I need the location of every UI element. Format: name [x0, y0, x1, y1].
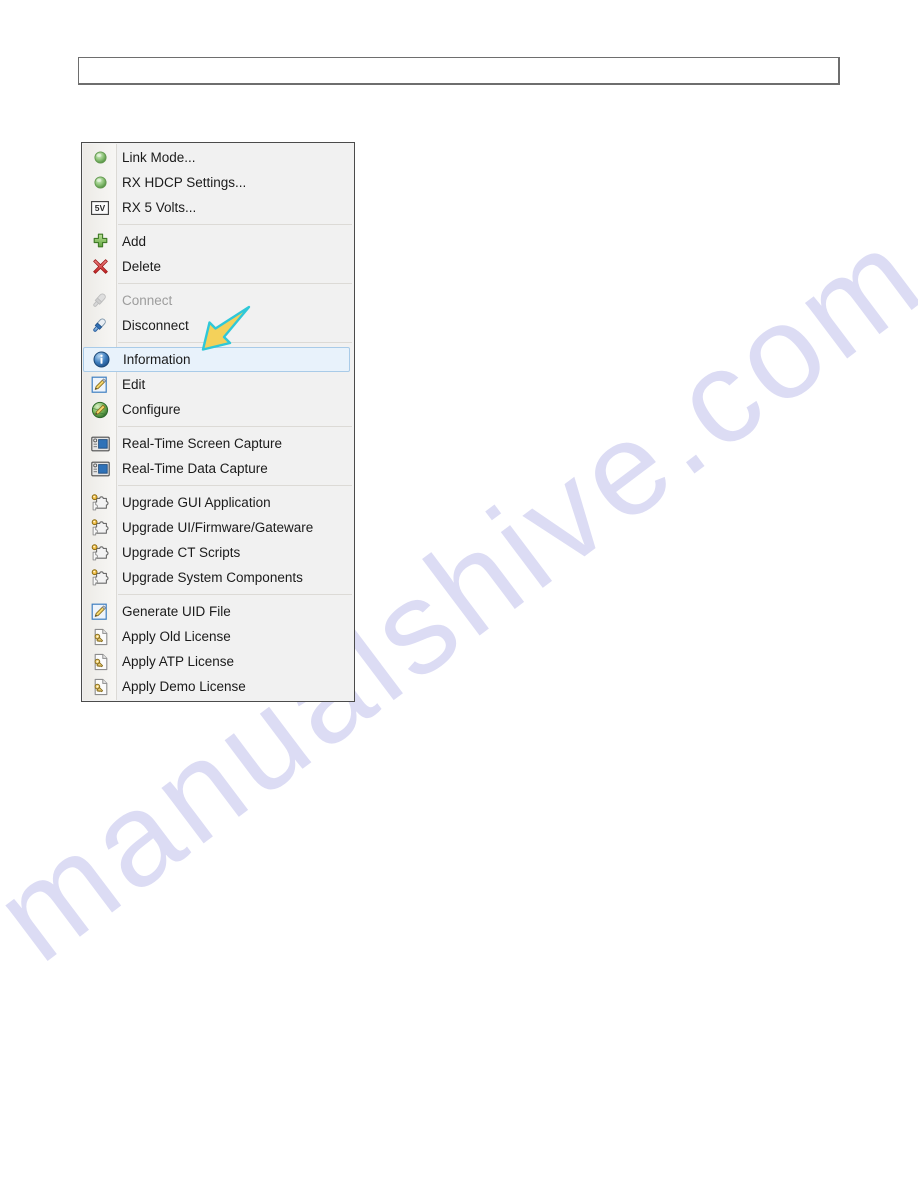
- plug-blue-icon: [84, 313, 116, 338]
- menu-item-upgrade-ui-firmware-gateware[interactable]: Upgrade UI/Firmware/Gateware: [82, 515, 354, 540]
- edit-pencil-icon: [84, 599, 116, 624]
- green-sphere-icon: [84, 170, 116, 195]
- menu-item-label: Real-Time Screen Capture: [122, 435, 283, 451]
- menu-item-information[interactable]: Information: [83, 347, 350, 372]
- puzzle-piece-icon: [84, 490, 116, 515]
- puzzle-piece-icon: [84, 565, 116, 590]
- key-document-icon: [84, 624, 116, 649]
- menu-item-real-time-data-capture[interactable]: Real-Time Data Capture: [82, 456, 354, 481]
- menu-item-connect: Connect: [82, 288, 354, 313]
- green-sphere-icon: [84, 145, 116, 170]
- menu-item-label: Upgrade GUI Application: [122, 494, 271, 510]
- red-x-icon: [84, 254, 116, 279]
- menu-item-label: Apply Old License: [122, 628, 231, 644]
- menu-item-rx-hdcp-settings[interactable]: RX HDCP Settings...: [82, 170, 354, 195]
- menu-item-label: Configure: [122, 401, 181, 417]
- menu-item-label: Real-Time Data Capture: [122, 460, 268, 476]
- menu-item-apply-demo-license[interactable]: Apply Demo License: [82, 674, 354, 699]
- menu-separator: [118, 224, 352, 225]
- key-document-icon: [84, 649, 116, 674]
- globe-pencil-icon: [84, 397, 116, 422]
- menu-separator: [118, 342, 352, 343]
- menu-item-apply-atp-license[interactable]: Apply ATP License: [82, 649, 354, 674]
- menu-group-device-actions: Information Edit Configure: [82, 347, 354, 422]
- menu-item-link-mode[interactable]: Link Mode...: [82, 145, 354, 170]
- menu-item-generate-uid-file[interactable]: Generate UID File: [82, 599, 354, 624]
- green-plus-icon: [84, 229, 116, 254]
- menu-item-add[interactable]: Add: [82, 229, 354, 254]
- menu-group-licensing: Generate UID File Apply Old License Appl…: [82, 599, 354, 699]
- menu-group-connection: Connect Disconnect: [82, 288, 354, 338]
- menu-item-delete[interactable]: Delete: [82, 254, 354, 279]
- menu-item-label: Connect: [122, 292, 173, 308]
- menu-item-label: RX HDCP Settings...: [122, 174, 247, 190]
- camera-monitor-icon: [84, 431, 116, 456]
- menu-item-label: Edit: [122, 376, 146, 392]
- puzzle-piece-icon: [84, 515, 116, 540]
- menu-item-apply-old-license[interactable]: Apply Old License: [82, 624, 354, 649]
- key-document-icon: [84, 674, 116, 699]
- menu-item-label: Information: [123, 351, 191, 367]
- menu-item-label: RX 5 Volts...: [122, 199, 197, 215]
- menu-item-label: Apply Demo License: [122, 678, 246, 694]
- menu-item-edit[interactable]: Edit: [82, 372, 354, 397]
- menu-group-upgrades: Upgrade GUI Application Upgrade UI/Firmw…: [82, 490, 354, 590]
- menu-group-link-settings: Link Mode... RX HDCP Settings... 5V RX 5…: [82, 145, 354, 220]
- menu-item-label: Upgrade UI/Firmware/Gateware: [122, 519, 314, 535]
- menu-item-disconnect[interactable]: Disconnect: [82, 313, 354, 338]
- info-circle-icon: [86, 347, 117, 372]
- menu-separator: [118, 594, 352, 595]
- menu-group-add-delete: Add Delete: [82, 229, 354, 279]
- menu-item-label: Apply ATP License: [122, 653, 235, 669]
- puzzle-piece-icon: [84, 540, 116, 565]
- empty-text-box[interactable]: [78, 57, 840, 85]
- menu-separator: [118, 283, 352, 284]
- menu-item-configure[interactable]: Configure: [82, 397, 354, 422]
- menu-item-rx-5-volts[interactable]: 5V RX 5 Volts...: [82, 195, 354, 220]
- menu-item-label: Upgrade CT Scripts: [122, 544, 241, 560]
- camera-monitor-icon: [84, 456, 116, 481]
- plug-disabled-icon: [84, 288, 116, 313]
- menu-item-upgrade-gui-application[interactable]: Upgrade GUI Application: [82, 490, 354, 515]
- menu-item-label: Add: [122, 233, 147, 249]
- menu-item-label: Generate UID File: [122, 603, 231, 619]
- menu-item-label: Link Mode...: [122, 149, 196, 165]
- menu-item-upgrade-ct-scripts[interactable]: Upgrade CT Scripts: [82, 540, 354, 565]
- menu-separator: [118, 426, 352, 427]
- context-menu[interactable]: Link Mode... RX HDCP Settings... 5V RX 5…: [81, 142, 355, 702]
- five-volt-badge-icon: 5V: [84, 195, 116, 220]
- menu-separator: [118, 485, 352, 486]
- screenshot-page: manualshive.com Link Mode... RX HDCP Set…: [0, 0, 918, 1188]
- menu-item-upgrade-system-components[interactable]: Upgrade System Components: [82, 565, 354, 590]
- menu-item-label: Disconnect: [122, 317, 189, 333]
- menu-item-real-time-screen-capture[interactable]: Real-Time Screen Capture: [82, 431, 354, 456]
- svg-text:5V: 5V: [95, 203, 106, 213]
- menu-item-label: Delete: [122, 258, 162, 274]
- menu-group-realtime-capture: Real-Time Screen Capture Real-Time Data …: [82, 431, 354, 481]
- edit-pencil-icon: [84, 372, 116, 397]
- menu-item-label: Upgrade System Components: [122, 569, 303, 585]
